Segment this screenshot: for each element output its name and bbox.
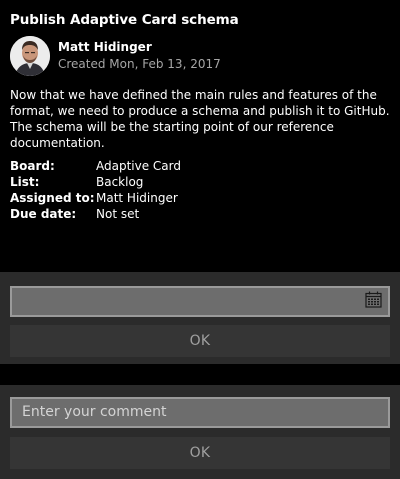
avatar [10, 36, 50, 76]
calendar-icon[interactable] [365, 291, 382, 308]
created-date: Created Mon, Feb 13, 2017 [58, 57, 221, 71]
comment-ok-button[interactable]: OK [10, 437, 390, 469]
panel-separator [0, 364, 400, 385]
fact-value: Not set [96, 207, 140, 221]
author-info: Matt Hidinger Created Mon, Feb 13, 2017 [58, 40, 221, 72]
fact-row: Board: Adaptive Card [10, 158, 390, 174]
fact-key: List: [10, 175, 40, 189]
fact-row: Due date: Not set [10, 206, 390, 222]
fact-row: Assigned to: Matt Hidinger [10, 190, 390, 206]
comment-panel: Enter your comment OK [0, 385, 400, 479]
set-due-date-panel: OK [0, 272, 400, 364]
fact-key: Assigned to: [10, 191, 95, 205]
due-date-input[interactable] [10, 286, 390, 317]
avatar-photo-icon [10, 36, 50, 76]
fact-value: Matt Hidinger [96, 191, 178, 205]
fact-row: List: Backlog [10, 174, 390, 190]
card-title: Publish Adaptive Card schema [10, 12, 239, 28]
fact-key: Board: [10, 159, 55, 173]
comment-input[interactable]: Enter your comment [10, 397, 390, 428]
card-description: Now that we have defined the main rules … [10, 88, 390, 150]
fact-value: Adaptive Card [96, 159, 181, 173]
fact-key: Due date: [10, 207, 77, 221]
due-date-ok-button[interactable]: OK [10, 325, 390, 357]
author-name: Matt Hidinger [58, 40, 152, 54]
fact-set: Board: Adaptive Card List: Backlog Assig… [10, 158, 390, 222]
adaptive-card: Publish Adaptive Card schema Matt Hiding… [0, 0, 400, 272]
fact-value: Backlog [96, 175, 144, 189]
author-row: Matt Hidinger Created Mon, Feb 13, 2017 [10, 36, 390, 76]
